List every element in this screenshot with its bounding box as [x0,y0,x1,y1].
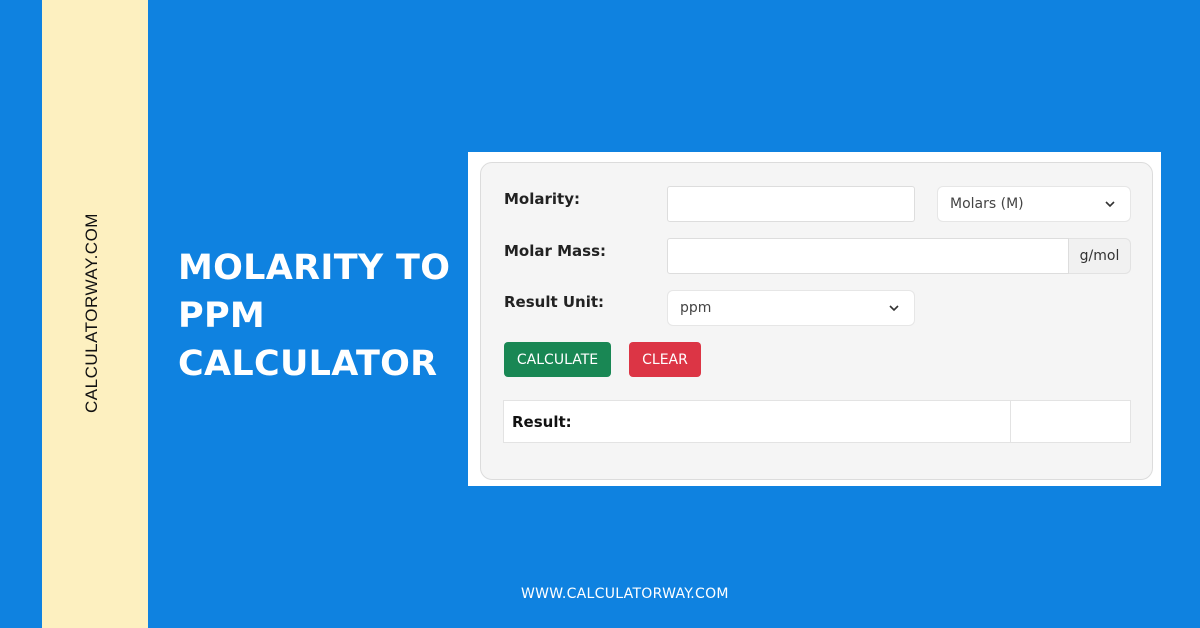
molarity-input[interactable] [667,186,915,222]
calculator-frame: Molarity: Molars (M) Molar Mass: g/mol R… [468,152,1161,486]
title-line-2: PPM [178,296,266,336]
result-label: Result: [504,401,1011,442]
result-unit-value: ppm [680,300,712,316]
calculator-card: Molarity: Molars (M) Molar Mass: g/mol R… [480,162,1153,480]
page-title: MOLARITY TO PPM CALCULATOR [178,244,451,388]
molar-mass-unit-addon: g/mol [1069,238,1131,274]
result-unit-select[interactable]: ppm [667,290,915,326]
title-line-3: CALCULATOR [178,344,438,384]
molar-mass-input[interactable] [667,238,1069,274]
molar-mass-label: Molar Mass: [504,242,607,260]
brand-vertical: CALCULATORWAY.COM [82,213,101,413]
molarity-unit-select[interactable]: Molars (M) [937,186,1131,222]
molarity-unit-value: Molars (M) [950,196,1024,212]
result-value [1011,401,1130,442]
title-line-1: MOLARITY TO [178,248,451,288]
result-row: Result: [503,400,1131,443]
molarity-label: Molarity: [504,190,580,208]
chevron-down-icon [889,305,899,312]
result-unit-label: Result Unit: [504,293,605,311]
calculate-button[interactable]: CALCULATE [504,342,611,377]
chevron-down-icon [1105,201,1115,208]
clear-button[interactable]: CLEAR [629,342,701,377]
footer-url: WWW.CALCULATORWAY.COM [521,586,729,602]
